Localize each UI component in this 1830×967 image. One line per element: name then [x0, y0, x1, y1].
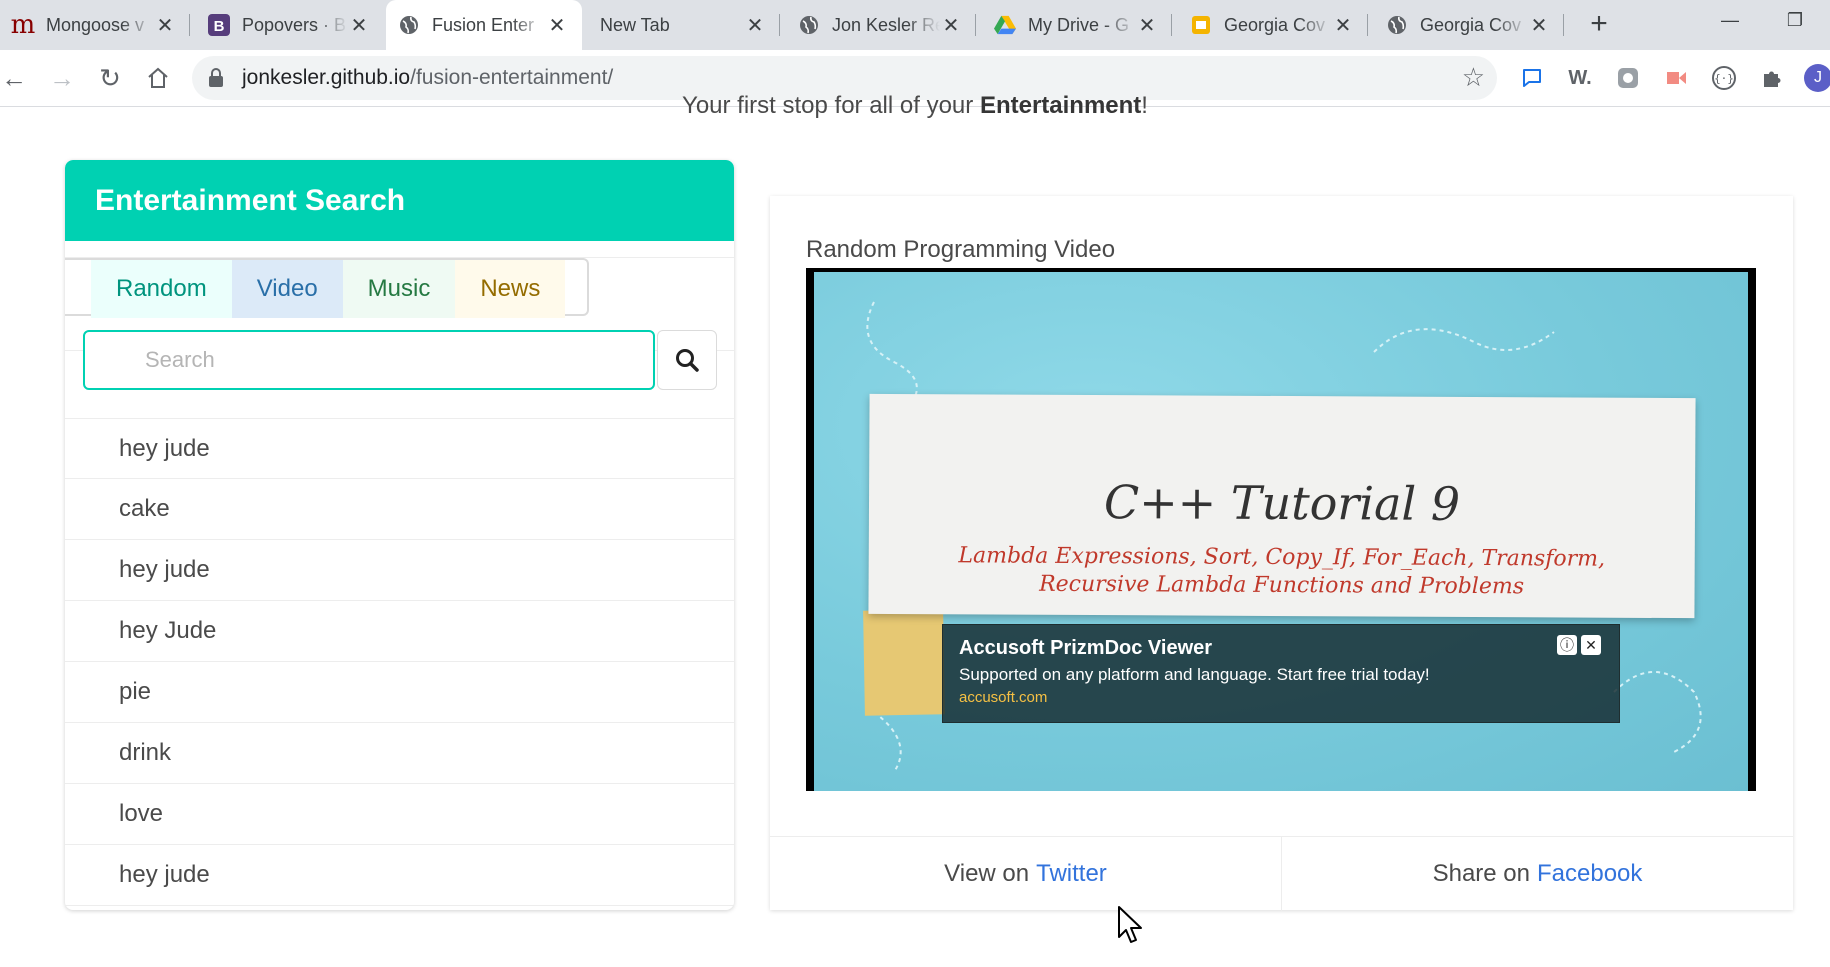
view-on-twitter: View on Twitter — [944, 860, 1107, 888]
ad-close-icon[interactable]: ✕ — [1581, 635, 1601, 655]
video-player[interactable]: C++ Tutorial 9 Lambda Expressions, Sort,… — [806, 268, 1756, 791]
ad-description: Supported on any platform and language. … — [959, 665, 1430, 684]
globe-icon — [398, 14, 420, 36]
search-input[interactable] — [83, 330, 655, 390]
forward-arrow-icon[interactable]: → — [44, 60, 80, 96]
browser-tab-fusion-entertainment[interactable]: Fusion Enter ✕ — [386, 0, 582, 50]
twitter-link[interactable]: Twitter — [1036, 860, 1107, 888]
svg-text:B: B — [214, 18, 225, 35]
close-tab-icon[interactable]: ✕ — [1528, 13, 1550, 38]
list-item[interactable]: cake — [65, 479, 734, 540]
bookmark-star-icon[interactable]: ☆ — [1462, 62, 1485, 93]
list-item[interactable]: hey Jude — [65, 601, 734, 662]
sticky-note-graphic — [863, 609, 945, 716]
globe-icon — [1386, 14, 1408, 36]
video-heading: C++ Tutorial 9 — [1103, 475, 1461, 531]
ad-title[interactable]: Accusoft PrizmDoc Viewer — [959, 637, 1212, 660]
mouse-cursor-icon — [1118, 906, 1142, 943]
globe-icon — [798, 14, 820, 36]
restore-window-icon[interactable]: ❐ — [1765, 0, 1825, 44]
bootstrap-icon: B — [208, 14, 230, 36]
ad-url[interactable]: accusoft.com — [959, 689, 1047, 706]
card-title: Random Programming Video — [806, 236, 1116, 263]
tab-title: Popovers · B — [242, 14, 347, 35]
w-extension-icon[interactable]: W. — [1566, 64, 1594, 92]
video-subtitle: Lambda Expressions, Sort, Copy_If, For_E… — [958, 543, 1606, 600]
browser-tab-my-drive[interactable]: My Drive - G ✕ — [982, 0, 1172, 50]
back-arrow-icon[interactable]: ← — [0, 60, 32, 96]
home-icon[interactable] — [140, 60, 176, 96]
chat-extension-icon[interactable] — [1518, 64, 1546, 92]
video-card: Random Programming Video C++ Tutorial 9 … — [770, 196, 1793, 911]
ad-info-icon[interactable]: ⓘ — [1557, 635, 1577, 655]
browser-tab-strip: m Mongoose v ✕ B Popovers · B ✕ Fusion E… — [0, 0, 1830, 50]
new-tab-plus-icon[interactable]: + — [1582, 8, 1616, 42]
mongoose-m-icon: m — [10, 10, 36, 40]
tab-news[interactable]: News — [455, 260, 566, 318]
search-results-list: hey jude cake hey jude hey Jude pie drin… — [65, 418, 734, 906]
svg-text:{·}: {·} — [1714, 72, 1734, 85]
tab-title: Fusion Enter — [432, 14, 535, 35]
profile-avatar[interactable]: J — [1804, 64, 1830, 92]
browser-tab-georgia-covid[interactable]: Georgia Cov ✕ — [1374, 0, 1564, 50]
puzzle-extensions-icon[interactable] — [1758, 64, 1786, 92]
url-text: jonkesler.github.io/fusion-entertainment… — [242, 66, 614, 89]
list-item[interactable]: hey jude — [65, 540, 734, 601]
search-icon — [676, 349, 699, 372]
close-tab-icon[interactable]: ✕ — [940, 13, 962, 38]
reload-icon[interactable]: ↻ — [92, 60, 128, 96]
google-slides-icon — [1190, 14, 1212, 36]
browser-tab-georgia-covid-slides[interactable]: Georgia Cov ✕ — [1178, 0, 1368, 50]
lock-icon[interactable] — [208, 68, 224, 93]
close-tab-icon[interactable]: ✕ — [1136, 13, 1158, 38]
filter-section: Random Video Music News — [65, 257, 734, 390]
browser-tab-mongoose[interactable]: m Mongoose v ✕ — [0, 0, 190, 50]
tab-random[interactable]: Random — [91, 260, 232, 318]
card-footer: View on Twitter Share on Facebook — [770, 836, 1793, 911]
tab-title: My Drive - G — [1028, 14, 1129, 35]
tab-title: Jon Kesler Re — [832, 14, 940, 35]
tab-title: New Tab — [600, 14, 670, 35]
close-tab-icon[interactable]: ✕ — [348, 13, 370, 38]
share-on-facebook: Share on Facebook — [1281, 837, 1793, 911]
tab-title: Georgia Cov — [1420, 14, 1522, 35]
close-tab-icon[interactable]: ✕ — [744, 13, 766, 38]
filter-tabs: Random Video Music News — [65, 258, 589, 318]
tab-music[interactable]: Music — [342, 260, 456, 318]
video-ad-overlay[interactable]: Accusoft PrizmDoc Viewer Supported on an… — [942, 624, 1620, 723]
code-extension-icon[interactable]: {·} — [1710, 64, 1738, 92]
grey-extension-icon[interactable] — [1614, 64, 1642, 92]
search-button[interactable] — [657, 330, 717, 390]
google-drive-icon — [994, 14, 1016, 36]
tab-title: Georgia Cov — [1224, 14, 1326, 35]
list-item[interactable]: drink — [65, 723, 734, 784]
list-item[interactable]: hey jude — [65, 418, 734, 479]
page-tagline: Your first stop for all of your Entertai… — [682, 92, 1148, 119]
minimize-window-icon[interactable]: — — [1700, 0, 1760, 44]
ad-controls: ⓘ ✕ — [1557, 635, 1601, 655]
close-tab-icon[interactable]: ✕ — [1332, 13, 1354, 38]
panel-heading: Entertainment Search — [65, 160, 734, 241]
facebook-link[interactable]: Facebook — [1537, 860, 1642, 888]
browser-tab-popovers[interactable]: B Popovers · B ✕ — [196, 0, 384, 50]
red-extension-icon[interactable] — [1662, 64, 1690, 92]
list-item[interactable]: pie — [65, 662, 734, 723]
close-tab-icon[interactable]: ✕ — [154, 13, 176, 38]
tab-title: Mongoose v — [46, 14, 145, 35]
browser-tab-jon-kesler[interactable]: Jon Kesler Re ✕ — [786, 0, 976, 50]
list-item[interactable]: hey jude — [65, 845, 734, 906]
list-item[interactable]: love — [65, 784, 734, 845]
title-paper: C++ Tutorial 9 Lambda Expressions, Sort,… — [868, 393, 1696, 619]
close-tab-icon[interactable]: ✕ — [546, 13, 568, 38]
browser-tab-new-tab[interactable]: New Tab ✕ — [588, 0, 780, 50]
entertainment-search-panel: Entertainment Search Random Video Music … — [65, 160, 734, 910]
tab-video[interactable]: Video — [231, 260, 343, 318]
video-thumbnail[interactable]: C++ Tutorial 9 Lambda Expressions, Sort,… — [814, 272, 1748, 791]
